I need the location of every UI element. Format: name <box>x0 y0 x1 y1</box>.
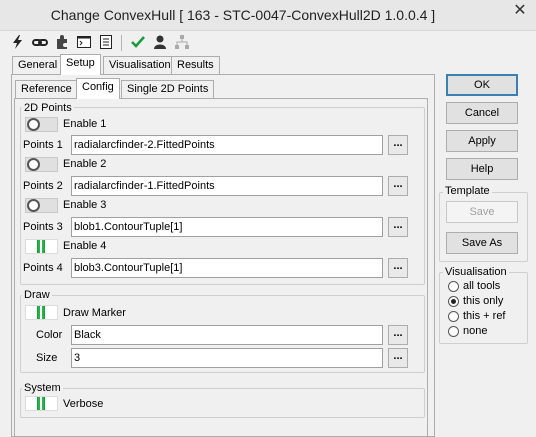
size-field[interactable]: 3 <box>71 348 383 368</box>
size-browse-button[interactable]: ... <box>388 348 408 368</box>
toolbar-separator <box>121 35 122 51</box>
points-2-field[interactable]: radialarcfinder-1.FittedPoints <box>71 176 383 196</box>
points-1-label: Points 1 <box>23 139 63 151</box>
apply-button[interactable]: Apply <box>446 130 518 152</box>
list-icon[interactable] <box>98 34 114 50</box>
points-4-field[interactable]: blob3.ContourTuple[1] <box>71 258 383 278</box>
points-4-browse-button[interactable]: ... <box>388 258 408 278</box>
draw-group-label: Draw <box>22 289 52 301</box>
points-3-field[interactable]: blob1.ContourTuple[1] <box>71 217 383 237</box>
ok-button[interactable]: OK <box>446 74 518 96</box>
color-field[interactable]: Black <box>71 325 383 345</box>
help-button[interactable]: Help <box>446 158 518 180</box>
title-bar: Change ConvexHull [ 163 - STC-0047-Conve… <box>0 0 536 31</box>
vis-this-only-radio[interactable] <box>448 296 459 307</box>
enable-2-label: Enable 2 <box>63 158 107 170</box>
tab-visualisation[interactable]: Visualisation <box>103 56 177 75</box>
link-icon[interactable] <box>32 34 48 50</box>
network-icon[interactable] <box>174 34 190 50</box>
config-pane: 2D Points Enable 1 Points 1 radialarcfin… <box>14 98 428 437</box>
check-icon[interactable] <box>130 34 146 50</box>
points-1-browse-button[interactable]: ... <box>388 135 408 155</box>
draw-marker-toggle[interactable] <box>25 305 58 320</box>
vis-none-radio[interactable] <box>448 326 459 337</box>
points-3-browse-button[interactable]: ... <box>388 217 408 237</box>
vis-this-ref-label: this + ref <box>463 310 506 322</box>
tab-config[interactable]: Config <box>76 78 120 99</box>
close-button[interactable]: ✕ <box>510 1 530 21</box>
user-icon[interactable] <box>152 34 168 50</box>
points-3-label: Points 3 <box>23 221 63 233</box>
vis-all-tools-radio[interactable] <box>448 281 459 292</box>
points-2-label: Points 2 <box>23 180 63 192</box>
tab-results[interactable]: Results <box>171 56 220 75</box>
template-save-as-button[interactable]: Save As <box>446 232 518 254</box>
puzzle-icon[interactable] <box>54 34 70 50</box>
verbose-label: Verbose <box>63 398 104 410</box>
window-title: Change ConvexHull [ 163 - STC-0047-Conve… <box>50 7 436 23</box>
points-1-field[interactable]: radialarcfinder-2.FittedPoints <box>71 135 383 155</box>
enable-3-toggle[interactable] <box>25 198 58 213</box>
points-group-label: 2D Points <box>22 102 74 114</box>
enable-4-label: Enable 4 <box>63 240 107 252</box>
template-group-label: Template <box>443 185 492 197</box>
enable-2-toggle[interactable] <box>25 157 58 172</box>
toolbar <box>8 33 268 53</box>
vis-all-tools-label: all tools <box>463 280 501 292</box>
tab-setup[interactable]: Setup <box>60 54 101 75</box>
points-4-label: Points 4 <box>23 262 63 274</box>
tab-general[interactable]: General <box>12 56 64 75</box>
vis-this-only-label: this only <box>463 295 504 307</box>
verbose-toggle[interactable] <box>25 396 58 411</box>
console-icon[interactable] <box>76 34 92 50</box>
system-group-label: System <box>22 382 63 394</box>
draw-marker-label: Draw Marker <box>63 307 126 319</box>
color-browse-button[interactable]: ... <box>388 325 408 345</box>
tab-reference[interactable]: Reference <box>15 80 78 99</box>
lightning-icon[interactable] <box>10 34 26 50</box>
tab-single-2d-points[interactable]: Single 2D Points <box>121 80 215 99</box>
vis-this-ref-radio[interactable] <box>448 311 459 322</box>
enable-3-label: Enable 3 <box>63 199 107 211</box>
cancel-button[interactable]: Cancel <box>446 102 518 124</box>
template-save-button[interactable]: Save <box>446 201 518 223</box>
enable-4-toggle[interactable] <box>25 239 58 254</box>
enable-1-label: Enable 1 <box>63 118 107 130</box>
vis-none-label: none <box>463 325 488 337</box>
enable-1-toggle[interactable] <box>25 117 58 132</box>
points-2-browse-button[interactable]: ... <box>388 176 408 196</box>
size-label: Size <box>36 352 58 364</box>
color-label: Color <box>36 329 63 341</box>
visualisation-group-label: Visualisation <box>443 266 509 278</box>
